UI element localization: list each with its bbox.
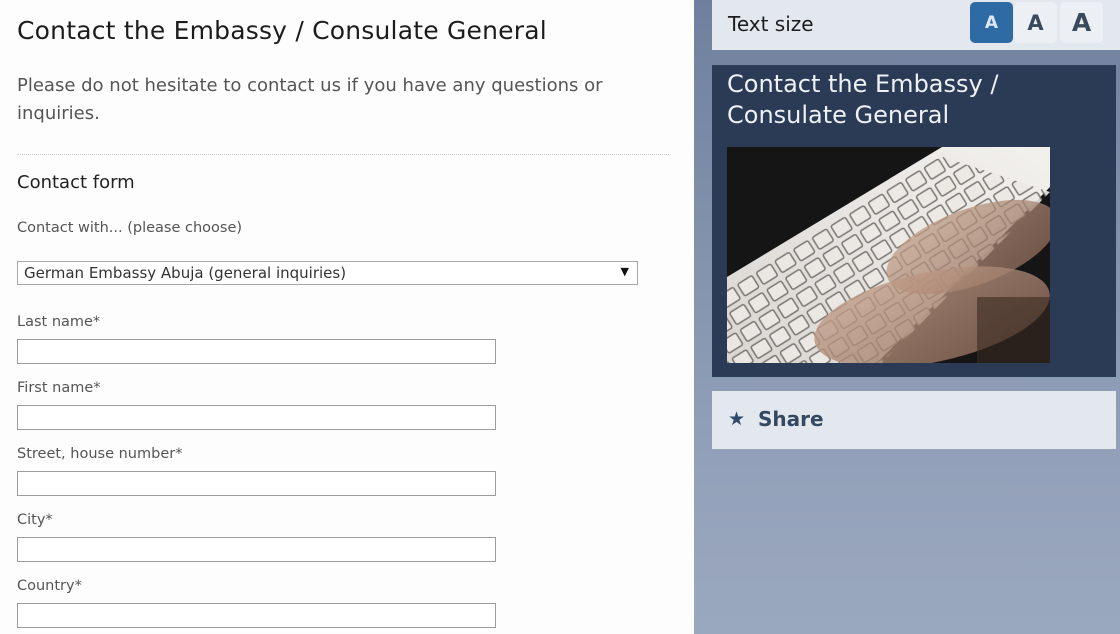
intro-text: Please do not hesitate to contact us if … [17, 75, 603, 124]
share-label: Share [758, 407, 824, 431]
keyboard-illustration [727, 147, 1050, 363]
text-size-small-button[interactable]: A [970, 2, 1013, 43]
divider [17, 154, 669, 155]
city-input[interactable] [17, 537, 496, 562]
country-label: Country* [17, 578, 82, 594]
form-heading: Contact form [17, 172, 135, 193]
share-button[interactable]: ★ Share [712, 391, 1116, 449]
contact-with-select[interactable]: German Embassy Abuja (general inquiries)… [17, 261, 638, 285]
page-title: Contact the Embassy / Consulate General [17, 16, 547, 45]
star-icon: ★ [728, 408, 746, 430]
first-name-input[interactable] [17, 405, 496, 430]
city-label: City* [17, 512, 53, 528]
last-name-label: Last name* [17, 314, 101, 330]
contact-with-label: Contact with... (please choose) [17, 220, 243, 236]
text-size-medium-button[interactable]: A [1014, 2, 1057, 43]
teaser-title[interactable]: Contact the Embassy / Consulate General [727, 69, 1097, 131]
dropdown-arrow-icon: ▼ [620, 265, 629, 278]
street-label: Street, house number* [17, 446, 183, 462]
sidebar: Text size A A A Contact the Embassy / Co… [694, 0, 1120, 634]
keyboard-image[interactable] [727, 147, 1050, 363]
street-input[interactable] [17, 471, 496, 496]
first-name-label: First name* [17, 380, 101, 396]
text-size-large-button[interactable]: A [1060, 2, 1103, 43]
country-input[interactable] [17, 603, 496, 628]
teaser-panel[interactable]: Contact the Embassy / Consulate General [712, 65, 1116, 377]
text-size-bar: Text size A A A [712, 0, 1120, 50]
contact-with-selected-value: German Embassy Abuja (general inquiries) [24, 264, 347, 282]
main-content: Contact the Embassy / Consulate General … [0, 0, 694, 634]
text-size-label: Text size [728, 12, 814, 36]
last-name-input[interactable] [17, 339, 496, 364]
